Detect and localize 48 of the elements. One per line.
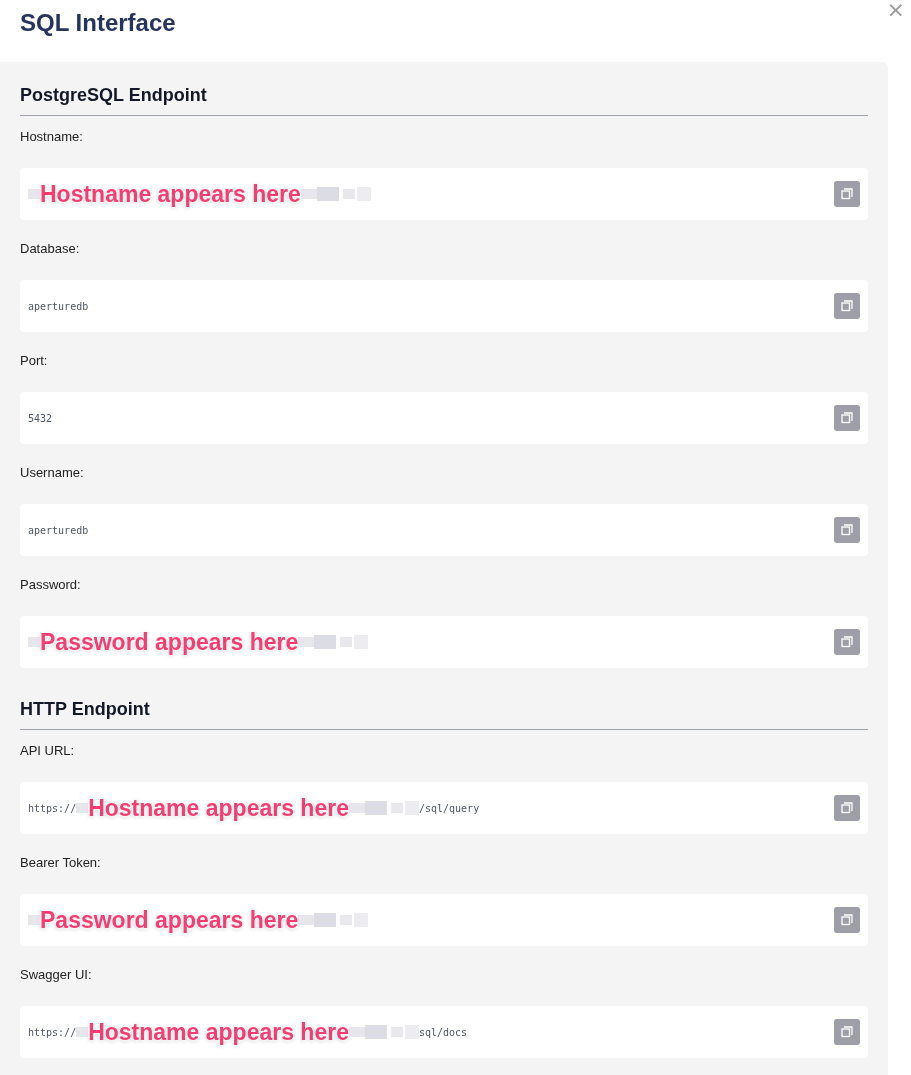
copy-button[interactable] xyxy=(834,293,860,319)
field-value: aperturedb xyxy=(28,524,89,536)
section-heading: HTTP Endpoint xyxy=(20,688,868,730)
field-label: Swagger UI: xyxy=(20,966,93,984)
field-value-suffix: /sql/query xyxy=(418,802,480,814)
field-label: Password: xyxy=(20,576,82,594)
blurred-text-drawing xyxy=(298,913,369,927)
blurred-text-drawing xyxy=(298,635,369,649)
copy-button[interactable] xyxy=(834,1019,860,1045)
field-label: Database: xyxy=(20,240,81,258)
copy-button[interactable] xyxy=(834,517,860,543)
annotation-text: Hostname appears here xyxy=(88,794,349,822)
blurred-text-drawing xyxy=(28,637,40,647)
dialog-title: SQL Interface xyxy=(20,8,176,38)
copy-button[interactable] xyxy=(834,629,860,655)
blurred-text-drawing xyxy=(348,801,419,815)
field-value-prefix: https:// xyxy=(28,1026,77,1038)
copy-icon xyxy=(841,914,853,926)
copy-icon xyxy=(841,412,853,424)
field-label: Bearer Token: xyxy=(20,854,102,872)
copy-icon xyxy=(841,300,853,312)
close-button[interactable]: × xyxy=(886,0,905,20)
copy-icon xyxy=(841,636,853,648)
field-value: 5432 xyxy=(28,412,53,424)
copy-button[interactable] xyxy=(834,907,860,933)
blurred-text-drawing xyxy=(28,915,40,925)
copy-button[interactable] xyxy=(834,181,860,207)
blurred-text-drawing xyxy=(28,189,40,199)
field-label: Port: xyxy=(20,352,49,370)
copy-button[interactable] xyxy=(834,795,860,821)
annotation-text: Hostname appears here xyxy=(40,180,301,208)
copy-button[interactable] xyxy=(834,405,860,431)
field-value-suffix: sql/docs xyxy=(418,1026,468,1038)
section-heading: PostgreSQL Endpoint xyxy=(20,74,868,116)
field-label: Hostname: xyxy=(20,128,84,146)
blurred-text-drawing xyxy=(300,187,371,201)
copy-icon xyxy=(841,1026,853,1038)
copy-icon xyxy=(841,802,853,814)
copy-icon xyxy=(841,188,853,200)
field-value-prefix: https:// xyxy=(28,802,77,814)
annotation-text: Hostname appears here xyxy=(88,1018,349,1046)
blurred-text-drawing xyxy=(348,1025,419,1039)
field-label: API URL: xyxy=(20,742,76,760)
annotation-text: Password appears here xyxy=(40,628,299,656)
field-value: aperturedb xyxy=(28,300,89,312)
annotation-text: Password appears here xyxy=(40,906,299,934)
field-label: Username: xyxy=(20,464,85,482)
copy-icon xyxy=(841,524,853,536)
